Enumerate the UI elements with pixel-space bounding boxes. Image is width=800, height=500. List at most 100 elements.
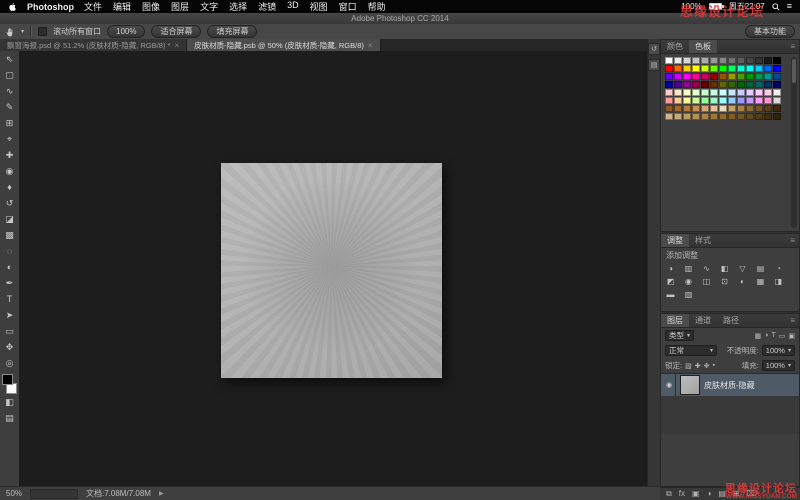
swatch[interactable] (728, 97, 736, 104)
properties-panel-icon[interactable]: ▤ (648, 59, 660, 71)
swatch[interactable] (692, 57, 700, 64)
notification-center-icon[interactable]: ≡ (787, 2, 792, 11)
layer-style-icon[interactable]: fx (679, 489, 685, 499)
dodge-tool[interactable]: ◐ (1, 259, 18, 275)
swatch[interactable] (728, 57, 736, 64)
swatch[interactable] (773, 81, 781, 88)
swatch[interactable] (746, 105, 754, 112)
swatch[interactable] (728, 113, 736, 120)
menu-item-6[interactable]: 选择 (229, 0, 247, 13)
menu-item-10[interactable]: 窗口 (339, 0, 357, 13)
menu-item-2[interactable]: 编辑 (113, 0, 131, 13)
new-adjustment-layer-icon[interactable]: ◑ (707, 489, 712, 499)
swatch[interactable] (692, 97, 700, 104)
swatch[interactable] (746, 113, 754, 120)
panel-tab-图层[interactable]: 图层 (661, 314, 689, 327)
swatch[interactable] (674, 97, 682, 104)
swatch[interactable] (665, 105, 673, 112)
hand-tool[interactable]: ✥ (1, 339, 18, 355)
spotlight-search-icon[interactable] (772, 3, 780, 11)
swatch[interactable] (719, 65, 727, 72)
swatch[interactable] (773, 97, 781, 104)
swatch[interactable] (692, 65, 700, 72)
swatch[interactable] (710, 113, 718, 120)
swatch[interactable] (683, 89, 691, 96)
swatch[interactable] (701, 65, 709, 72)
swatch[interactable] (737, 89, 745, 96)
gradient-map-icon[interactable]: ▬ (664, 289, 677, 300)
swatch[interactable] (737, 81, 745, 88)
color-lookup-icon[interactable]: ⊡ (718, 276, 731, 287)
zoom-tool[interactable]: ◎ (1, 355, 18, 371)
swatch[interactable] (701, 81, 709, 88)
apple-menu-icon[interactable] (8, 2, 17, 12)
app-menu-title[interactable]: Photoshop (27, 2, 74, 12)
photo-filter-icon[interactable]: ◉ (682, 276, 695, 287)
swatch[interactable] (710, 57, 718, 64)
posterize-icon[interactable]: ▦ (754, 276, 767, 287)
menu-item-5[interactable]: 文字 (200, 0, 218, 13)
new-group-icon[interactable]: ▤ (718, 489, 726, 499)
history-panel-icon[interactable]: ↺ (648, 43, 660, 55)
swatch[interactable] (701, 57, 709, 64)
swatch[interactable] (710, 105, 718, 112)
swatch[interactable] (710, 65, 718, 72)
levels-icon[interactable]: ▥ (682, 263, 695, 274)
close-tab-icon[interactable]: × (174, 41, 179, 50)
swatch[interactable] (683, 97, 691, 104)
swatch[interactable] (737, 105, 745, 112)
filter-pixel-layers-icon[interactable]: ▦ (755, 332, 762, 340)
lasso-tool[interactable]: ∿ (1, 83, 18, 99)
swatch[interactable] (764, 57, 772, 64)
swatch[interactable] (755, 97, 763, 104)
menu-item-4[interactable]: 图层 (171, 0, 189, 13)
swatch[interactable] (719, 73, 727, 80)
swatch[interactable] (674, 57, 682, 64)
swatch[interactable] (674, 81, 682, 88)
status-options-arrow-icon[interactable]: ▶ (159, 490, 164, 497)
close-tab-icon[interactable]: × (368, 41, 373, 50)
swatch[interactable] (710, 73, 718, 80)
path-selection-tool[interactable]: ➤ (1, 307, 18, 323)
panel-tab-色板[interactable]: 色板 (689, 40, 717, 53)
panel-menu-icon[interactable]: ≡ (786, 234, 799, 247)
swatch[interactable] (764, 113, 772, 120)
fit-screen-button[interactable]: 适合屏幕 (151, 25, 201, 38)
eyedropper-tool[interactable]: ⌖ (1, 131, 18, 147)
workspace-switcher-button[interactable]: 基本功能 (745, 25, 795, 38)
menubar-clock[interactable]: 周五22:07 (729, 1, 765, 12)
swatch[interactable] (764, 89, 772, 96)
panel-tab-调整[interactable]: 调整 (661, 234, 689, 247)
swatch[interactable] (665, 97, 673, 104)
type-tool[interactable]: T (1, 291, 18, 307)
swatch[interactable] (683, 105, 691, 112)
swatch[interactable] (764, 105, 772, 112)
menu-item-7[interactable]: 滤镜 (258, 0, 276, 13)
hand-tool-options-icon[interactable] (5, 27, 15, 37)
swatch[interactable] (674, 113, 682, 120)
swatch[interactable] (710, 97, 718, 104)
filter-smart-objects-icon[interactable]: ▣ (788, 332, 795, 340)
quick-mask-mode-button[interactable]: ◧ (1, 394, 18, 410)
swatch[interactable] (710, 89, 718, 96)
swatch[interactable] (773, 89, 781, 96)
swatch[interactable] (728, 65, 736, 72)
swatch[interactable] (755, 105, 763, 112)
swatches-scrollbar[interactable] (791, 57, 797, 228)
brush-tool[interactable]: ◉ (1, 163, 18, 179)
lock-position-icon[interactable]: ✥ (704, 362, 710, 370)
history-brush-tool[interactable]: ↺ (1, 195, 18, 211)
swatch[interactable] (665, 57, 673, 64)
menu-item-8[interactable]: 3D (287, 0, 299, 13)
selective-color-icon[interactable]: ▧ (682, 289, 695, 300)
panel-tab-颜色[interactable]: 颜色 (661, 40, 689, 53)
tool-preset-caret-icon[interactable]: ▾ (21, 28, 24, 35)
swatch[interactable] (683, 113, 691, 120)
swatch[interactable] (728, 81, 736, 88)
swatch[interactable] (719, 97, 727, 104)
swatch[interactable] (755, 65, 763, 72)
menu-item-9[interactable]: 视图 (310, 0, 328, 13)
eraser-tool[interactable]: ◪ (1, 211, 18, 227)
document-tab-1[interactable]: 飘窗海报.psd @ 51.2% (皮肤材质-隐藏, RGB/8) *× (0, 39, 187, 51)
swatch[interactable] (665, 65, 673, 72)
